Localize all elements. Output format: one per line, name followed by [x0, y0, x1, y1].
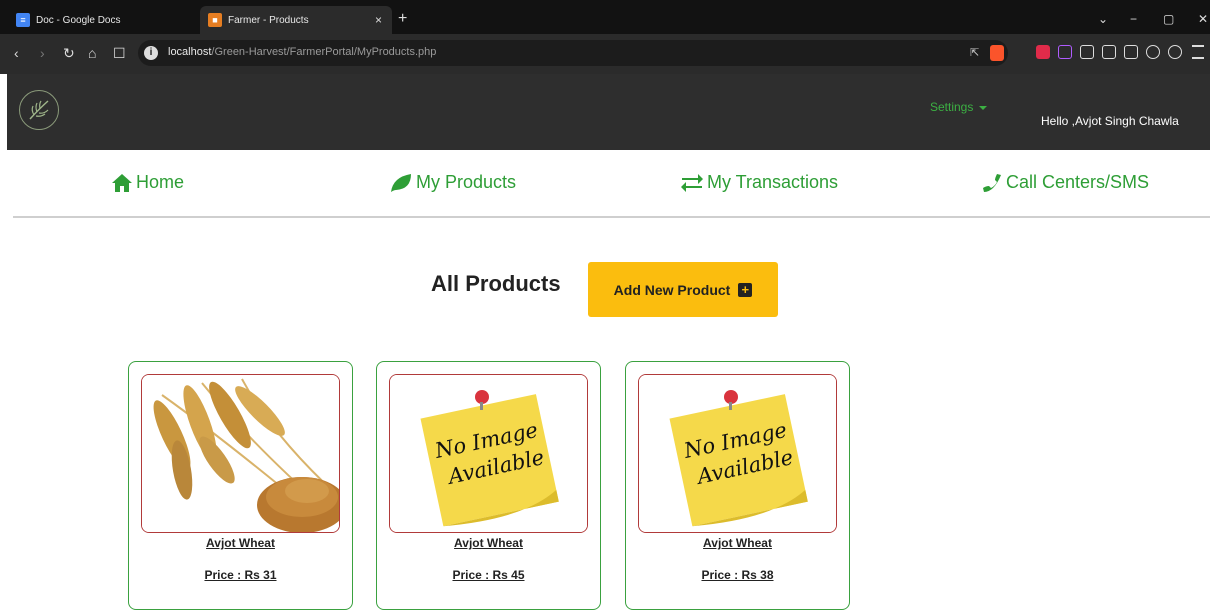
url-bar[interactable]: i localhost/Green-Harvest/FarmerPortal/M… [138, 40, 1008, 66]
sidebar-icon[interactable] [1102, 45, 1116, 59]
product-image[interactable] [141, 374, 340, 533]
tab-label: Doc - Google Docs [36, 14, 121, 26]
close-window-button[interactable]: ✕ [1198, 12, 1208, 26]
home-browser-icon[interactable]: ⌂ [88, 45, 96, 61]
product-price: Price : Rs 38 [701, 568, 774, 582]
brave-shield-icon[interactable] [990, 45, 1004, 61]
add-button-label: Add New Product [613, 281, 731, 298]
main-nav: Home My Products My Transactions Call Ce… [13, 150, 1210, 218]
site-header: Settings Hello ,Avjot Singh Chawla [7, 74, 1210, 150]
product-card[interactable]: No Image Available Avjot Wheat Price : R… [625, 361, 850, 610]
nav-my-transactions[interactable]: My Transactions [680, 172, 838, 193]
product-price: Price : Rs 31 [204, 568, 277, 582]
settings-dropdown[interactable]: Settings [930, 100, 988, 114]
browser-tab-farmer-products[interactable]: ■ Farmer - Products × [200, 6, 392, 34]
new-tab-button[interactable]: + [398, 11, 407, 27]
google-docs-icon: ≡ [16, 13, 30, 27]
nav-home[interactable]: Home [111, 172, 184, 193]
puzzle-icon[interactable] [1080, 45, 1094, 59]
leaf-icon [391, 173, 411, 192]
site-info-icon[interactable]: i [144, 46, 158, 60]
site-favicon-icon: ■ [208, 13, 222, 27]
product-image[interactable]: No Image Available [638, 374, 837, 533]
wheat-logo-icon [29, 100, 49, 120]
browser-tab-google-docs[interactable]: ≡ Doc - Google Docs [8, 6, 196, 34]
minimize-button[interactable]: − [1130, 12, 1137, 26]
tab-label: Farmer - Products [228, 14, 309, 26]
wheat-image [142, 375, 339, 532]
restore-button[interactable]: ▢ [1163, 12, 1174, 26]
product-card[interactable]: No Image Available Avjot Wheat Price : R… [376, 361, 601, 610]
nav-call-centers[interactable]: Call Centers/SMS [981, 172, 1149, 193]
nav-label: My Transactions [707, 172, 839, 192]
tab-search-icon[interactable]: ⌄ [1098, 12, 1108, 26]
nav-label: My Products [416, 172, 517, 192]
browser-toolbar: ‹ › ↻ ⌂ ☐ i localhost/Green-Harvest/Farm… [0, 34, 1210, 74]
nav-label: Call Centers/SMS [1006, 172, 1150, 192]
plus-square-icon: + [738, 282, 753, 297]
product-image[interactable]: No Image Available [389, 374, 588, 533]
home-icon [112, 173, 132, 192]
close-tab-icon[interactable]: × [375, 13, 382, 27]
add-new-product-button[interactable]: Add New Product + [588, 262, 778, 317]
no-image-placeholder: No Image Available [639, 375, 836, 532]
vpn-icon[interactable] [1168, 45, 1182, 59]
wallet-icon[interactable] [1124, 45, 1138, 59]
product-name-link[interactable]: Avjot Wheat [129, 536, 352, 550]
bookmark-icon[interactable]: ☐ [113, 45, 126, 61]
forward-icon[interactable]: › [40, 45, 45, 61]
user-greeting: Hello ,Avjot Singh Chawla [1041, 114, 1179, 128]
back-icon[interactable]: ‹ [14, 45, 19, 61]
leo-icon[interactable] [1146, 45, 1160, 59]
phone-icon [983, 173, 1001, 192]
extension-icon[interactable] [1058, 45, 1072, 59]
reload-icon[interactable]: ↻ [63, 45, 75, 61]
page-title: All Products [431, 271, 561, 296]
product-name-link[interactable]: Avjot Wheat [377, 536, 600, 550]
caret-down-icon [979, 105, 988, 110]
menu-icon[interactable] [1192, 45, 1204, 59]
extension-icon[interactable] [1036, 45, 1050, 59]
nav-label: Home [136, 172, 185, 192]
settings-label: Settings [930, 100, 974, 114]
exchange-icon [681, 173, 703, 192]
product-price: Price : Rs 45 [452, 568, 525, 582]
green-harvest-logo[interactable] [19, 90, 59, 130]
browser-tab-bar: ≡ Doc - Google Docs ■ Farmer - Products … [0, 0, 1210, 34]
no-image-placeholder: No Image Available [390, 375, 587, 532]
url-text: localhost/Green-Harvest/FarmerPortal/MyP… [168, 46, 437, 58]
product-name-link[interactable]: Avjot Wheat [626, 536, 849, 550]
share-icon[interactable]: ⇱ [970, 46, 979, 59]
nav-my-products[interactable]: My Products [389, 172, 516, 193]
product-card[interactable]: Avjot Wheat Price : Rs 31 [128, 361, 353, 610]
